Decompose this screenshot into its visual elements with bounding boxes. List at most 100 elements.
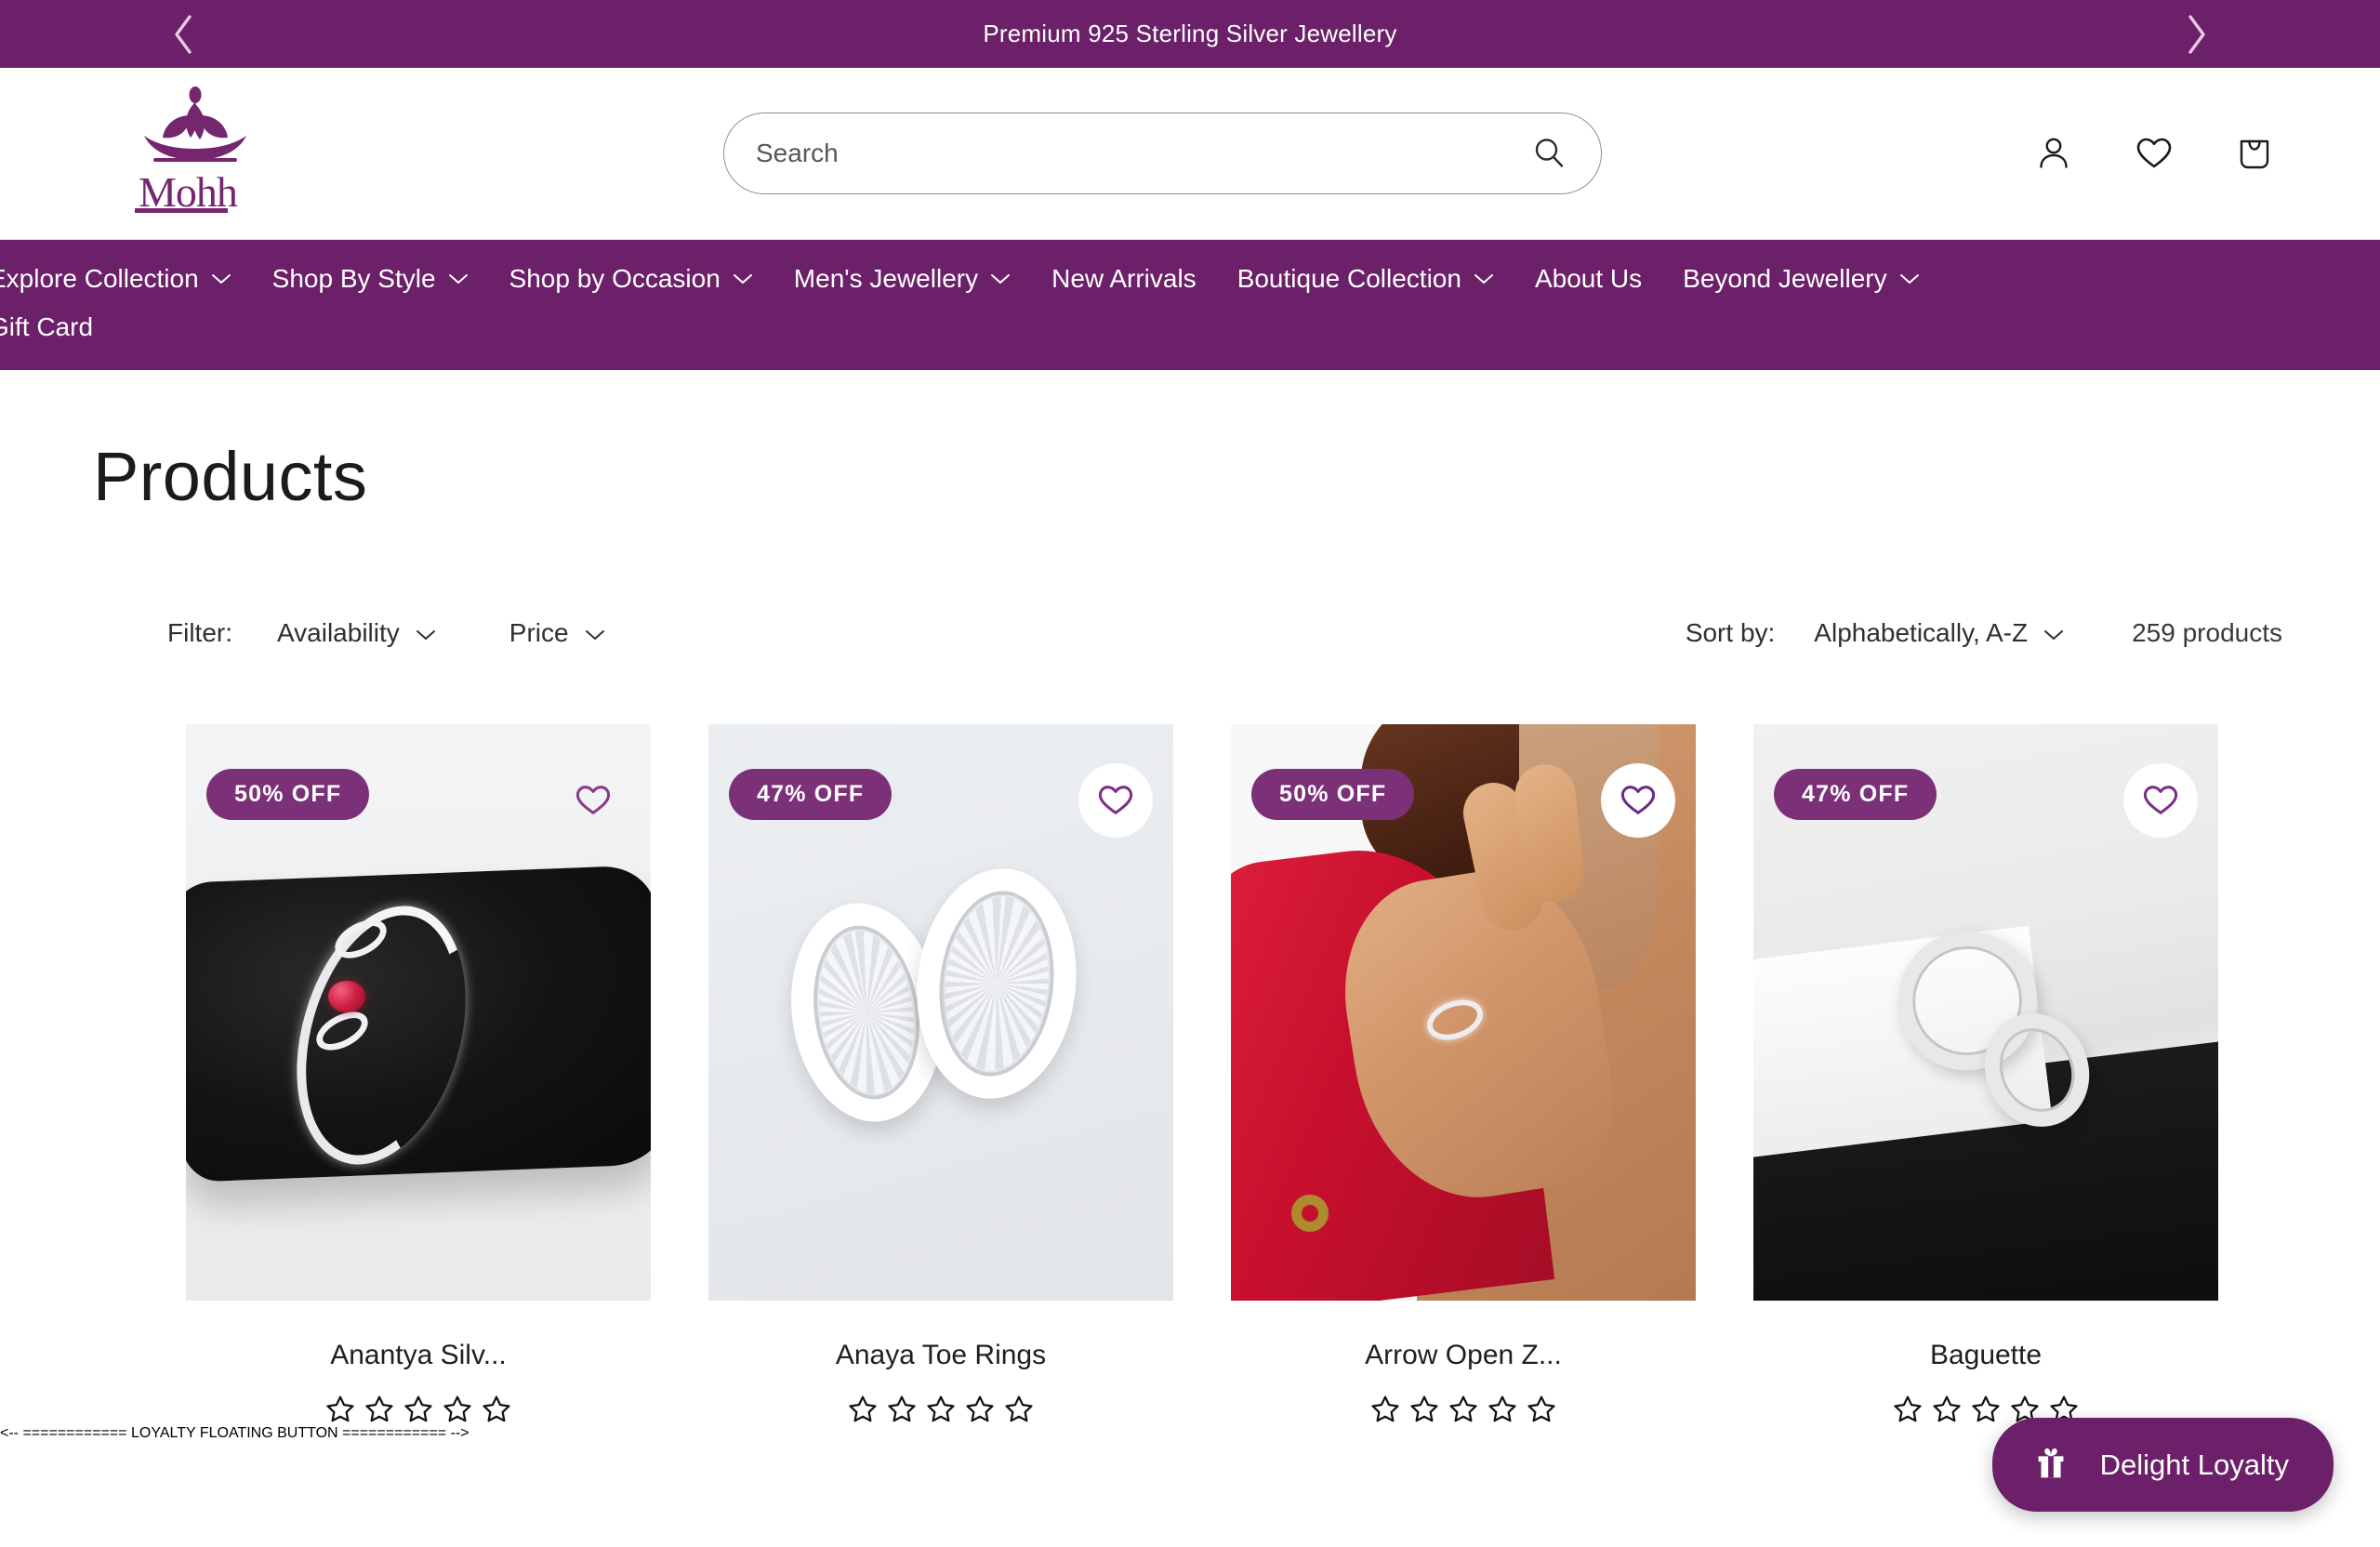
heart-icon bbox=[574, 782, 613, 820]
product-grid: 50% OFF Anantya Silv... 47% OFF Anaya To… bbox=[0, 648, 2380, 1425]
star-icon bbox=[1970, 1394, 2002, 1425]
gift-icon bbox=[2030, 1442, 2072, 1488]
nav-item-label: Shop By Style bbox=[271, 264, 436, 293]
nav-item-new-arrivals[interactable]: New Arrivals bbox=[1031, 264, 1217, 294]
nav-item-shop-by-occasion[interactable]: Shop by Occasion bbox=[489, 264, 774, 294]
sort-by-label: Sort by: bbox=[1685, 618, 1776, 647]
nav-item-gift-card[interactable]: Gift Card bbox=[0, 312, 2369, 342]
product-title[interactable]: Anaya Toe Rings bbox=[708, 1340, 1173, 1371]
filter-availability[interactable]: Availability bbox=[277, 618, 437, 648]
product-title[interactable]: Anantya Silv... bbox=[186, 1340, 651, 1371]
discount-badge: 50% OFF bbox=[206, 769, 370, 820]
cart-bag-icon[interactable] bbox=[2231, 130, 2278, 177]
discount-badge: 50% OFF bbox=[1251, 769, 1415, 820]
heart-icon bbox=[2141, 782, 2180, 820]
search-bar[interactable] bbox=[723, 112, 1602, 194]
star-icon bbox=[442, 1394, 473, 1425]
header-icon-group bbox=[2030, 130, 2278, 177]
nav-item-mens-jewellery[interactable]: Men's Jewellery bbox=[774, 264, 1031, 294]
product-card: 50% OFF Anantya Silv... bbox=[186, 724, 651, 1425]
star-icon bbox=[1931, 1394, 1963, 1425]
star-icon bbox=[1526, 1394, 1557, 1425]
star-icon bbox=[481, 1394, 512, 1425]
nav-item-label: About Us bbox=[1534, 264, 1643, 293]
nav-item-label: Boutique Collection bbox=[1236, 264, 1461, 293]
product-image-link[interactable]: 47% OFF bbox=[1753, 724, 2218, 1301]
star-icon bbox=[1487, 1394, 1518, 1425]
star-icon bbox=[364, 1394, 395, 1425]
product-count: 259 products bbox=[2132, 618, 2282, 647]
page-title: Products bbox=[93, 438, 368, 515]
product-rating[interactable] bbox=[186, 1394, 651, 1425]
search-input[interactable] bbox=[756, 139, 1528, 168]
product-card: 47% OFF Baguette bbox=[1753, 724, 2218, 1425]
star-icon bbox=[925, 1394, 957, 1425]
facet-group: Filter: Availability Price bbox=[167, 618, 679, 648]
site-logo[interactable]: Mohh bbox=[116, 84, 274, 223]
star-icon bbox=[1892, 1394, 1924, 1425]
filter-label: Filter: bbox=[167, 618, 232, 647]
wishlist-button[interactable] bbox=[1078, 763, 1153, 838]
product-rating[interactable] bbox=[1231, 1394, 1696, 1425]
chevron-left-icon bbox=[169, 13, 197, 56]
chevron-down-icon bbox=[584, 618, 606, 648]
filter-price[interactable]: Price bbox=[509, 618, 606, 648]
heart-icon bbox=[1619, 782, 1658, 820]
nav-item-explore-collection[interactable]: Explore Collection bbox=[0, 264, 252, 294]
chevron-down-icon bbox=[211, 272, 231, 285]
facet-sort-bar: Filter: Availability Price Sort by: Alph… bbox=[0, 516, 2380, 648]
search-icon bbox=[1532, 136, 1566, 172]
product-image-link[interactable]: 50% OFF bbox=[1231, 724, 1696, 1301]
product-title[interactable]: Baguette bbox=[1753, 1340, 2218, 1371]
main-navigation: Explore Collection Shop By Style Shop by… bbox=[0, 240, 2380, 370]
delight-loyalty-label: Delight Loyalty bbox=[2099, 1448, 2289, 1481]
wishlist-button[interactable] bbox=[1601, 763, 1675, 838]
product-card: 50% OFF Arrow Open Z... bbox=[1231, 724, 1696, 1425]
star-icon bbox=[847, 1394, 879, 1425]
filter-price-label: Price bbox=[509, 618, 569, 647]
star-icon bbox=[886, 1394, 918, 1425]
collection-page: Products Filter: Availability Price Sort… bbox=[0, 370, 2380, 1425]
product-image-link[interactable]: 50% OFF bbox=[186, 724, 651, 1301]
sort-by-select[interactable]: Alphabetically, A-Z bbox=[1814, 618, 2065, 648]
nav-item-boutique-collection[interactable]: Boutique Collection bbox=[1217, 264, 1514, 294]
site-header: Mohh bbox=[0, 68, 2380, 240]
wishlist-button[interactable] bbox=[556, 763, 630, 838]
nav-item-about-us[interactable]: About Us bbox=[1514, 264, 1662, 294]
announcement-text: Premium 925 Sterling Silver Jewellery bbox=[983, 20, 1397, 47]
nav-item-label: Shop by Occasion bbox=[509, 264, 721, 293]
nav-item-label: Men's Jewellery bbox=[793, 264, 979, 293]
nav-item-shop-by-style[interactable]: Shop By Style bbox=[252, 264, 489, 294]
wishlist-button[interactable] bbox=[2123, 763, 2198, 838]
chevron-down-icon bbox=[2043, 618, 2065, 648]
nav-item-beyond-jewellery[interactable]: Beyond Jewellery bbox=[1662, 264, 1939, 294]
nav-item-label: Beyond Jewellery bbox=[1683, 264, 1887, 293]
logo-wordmark: Mohh bbox=[126, 165, 265, 223]
announcement-prev-button[interactable] bbox=[158, 9, 208, 60]
lotus-icon bbox=[126, 84, 265, 165]
announcement-bar: Premium 925 Sterling Silver Jewellery bbox=[0, 0, 2380, 68]
product-rating[interactable] bbox=[708, 1394, 1173, 1425]
star-icon bbox=[964, 1394, 996, 1425]
sort-group: Sort by: Alphabetically, A-Z 259 product… bbox=[1686, 618, 2282, 648]
chevron-down-icon bbox=[990, 272, 1011, 285]
product-image-link[interactable]: 47% OFF bbox=[708, 724, 1173, 1301]
star-icon bbox=[1003, 1394, 1035, 1425]
discount-badge: 47% OFF bbox=[1774, 769, 1937, 820]
chevron-down-icon bbox=[733, 272, 753, 285]
delight-loyalty-button[interactable]: Delight Loyalty bbox=[1991, 1418, 2334, 1512]
discount-badge: 47% OFF bbox=[729, 769, 892, 820]
nav-item-label: New Arrivals bbox=[1051, 264, 1197, 293]
wishlist-heart-icon[interactable] bbox=[2131, 130, 2177, 177]
search-submit-button[interactable] bbox=[1528, 133, 1569, 174]
chevron-right-icon bbox=[2183, 13, 2211, 56]
star-icon bbox=[1448, 1394, 1479, 1425]
heart-icon bbox=[1096, 782, 1135, 820]
account-icon[interactable] bbox=[2030, 130, 2077, 177]
sort-by-value: Alphabetically, A-Z bbox=[1814, 618, 2029, 647]
star-icon bbox=[1408, 1394, 1440, 1425]
announcement-next-button[interactable] bbox=[2172, 9, 2222, 60]
nav-item-label: Explore Collection bbox=[0, 264, 199, 293]
filter-availability-label: Availability bbox=[277, 618, 400, 647]
product-title[interactable]: Arrow Open Z... bbox=[1231, 1340, 1696, 1371]
